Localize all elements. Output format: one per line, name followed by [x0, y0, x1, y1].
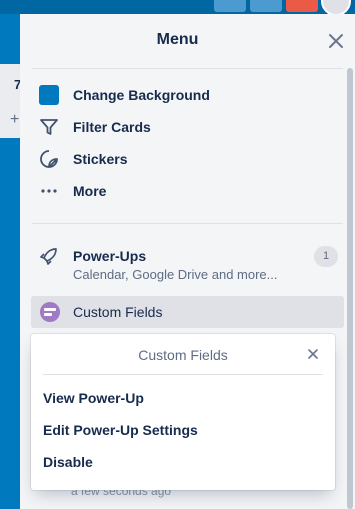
- color-swatch-icon: [36, 82, 62, 108]
- board-header-bar: [0, 0, 355, 16]
- menu-item-label: Change Background: [73, 87, 210, 103]
- custom-fields-button[interactable]: Custom Fields: [31, 296, 344, 328]
- view-power-up-option[interactable]: View Power-Up: [31, 383, 335, 413]
- sticker-icon: [36, 146, 62, 172]
- power-ups-count-badge: 1: [314, 246, 338, 267]
- menu-item-stickers[interactable]: Stickers: [32, 144, 332, 174]
- divider: [32, 223, 343, 224]
- popover-title: Custom Fields: [138, 347, 228, 363]
- custom-fields-popover: Custom Fields View Power-Up Edit Power-U…: [31, 334, 335, 490]
- board-list-column: 7 +: [0, 64, 22, 138]
- menu-item-label: More: [73, 183, 107, 199]
- add-card-button[interactable]: +: [10, 111, 19, 129]
- menu-item-label: Filter Cards: [73, 119, 151, 135]
- menu-item-more[interactable]: More: [32, 176, 332, 206]
- menu-item-filter-cards[interactable]: Filter Cards: [32, 112, 332, 142]
- filter-icon: [36, 114, 62, 140]
- custom-fields-label: Custom Fields: [73, 304, 163, 320]
- add-button[interactable]: [214, 0, 246, 12]
- close-icon[interactable]: [325, 30, 347, 52]
- menu-item-label: Power-Ups: [73, 248, 147, 264]
- menu-title: Menu: [156, 31, 199, 48]
- disable-option[interactable]: Disable: [31, 447, 335, 477]
- scrollbar[interactable]: [347, 68, 353, 509]
- more-dots-icon: [36, 178, 62, 204]
- divider: [32, 68, 343, 69]
- power-ups-subtitle: Calendar, Google Drive and more...: [73, 267, 278, 282]
- custom-fields-icon: [40, 302, 60, 322]
- rocket-icon: [36, 243, 62, 269]
- edit-power-up-settings-option[interactable]: Edit Power-Up Settings: [31, 415, 335, 445]
- menu-item-label: Stickers: [73, 151, 128, 167]
- info-button[interactable]: [250, 0, 282, 12]
- divider: [43, 374, 323, 375]
- close-icon[interactable]: [305, 346, 321, 362]
- notifications-button[interactable]: [286, 0, 318, 12]
- menu-item-change-background[interactable]: Change Background: [32, 80, 332, 110]
